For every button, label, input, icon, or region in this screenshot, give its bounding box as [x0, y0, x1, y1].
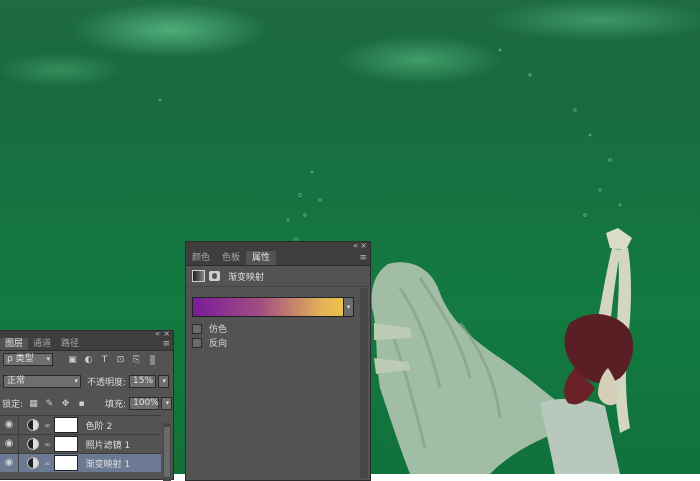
lock-transparency-icon[interactable]: ▦	[28, 399, 39, 409]
tab-swatches[interactable]: 色板	[216, 251, 246, 265]
panel-menu-icon[interactable]: ≡	[359, 253, 367, 263]
filter-type-icon[interactable]: T	[99, 355, 110, 365]
layers-panel: « × 图层 通道 路径 ≡ ρ 类型 ▾ ▣ ◐ T ⊡ ⎘ 正常 ▾ 不透明…	[0, 329, 174, 481]
visibility-eye-icon[interactable]: ◉	[0, 435, 19, 453]
reverse-label: 反向	[209, 339, 228, 349]
lock-all-icon[interactable]: ▪	[76, 399, 87, 409]
layers-panel-titlebar[interactable]: « ×	[0, 329, 173, 338]
tab-layers[interactable]: 图层	[0, 338, 29, 350]
filter-shape-icon[interactable]: ⊡	[115, 355, 126, 365]
layer-name: 渐变映射 1	[85, 459, 131, 470]
chevron-down-icon: ▾	[74, 377, 78, 385]
fill-label: 填充:	[105, 400, 127, 410]
properties-header: 渐变映射	[186, 266, 370, 287]
floating-woman-figure	[371, 228, 634, 474]
chevron-down-icon: ▾	[46, 355, 50, 363]
lock-fill-row: 锁定: ▦ ✎ ✥ ▪ 填充: 100% ▾	[0, 397, 173, 410]
properties-panel-titlebar[interactable]: « ×	[186, 241, 370, 251]
link-chain-icon[interactable]: ∞	[44, 421, 51, 430]
chevron-down-icon: ▾	[165, 399, 170, 407]
lock-position-icon[interactable]: ✥	[60, 399, 71, 409]
blend-opacity-row: 正常 ▾ 不透明度: 15% ▾	[0, 375, 173, 388]
tab-properties[interactable]: 属性	[246, 251, 277, 265]
layer-mask-thumbnail[interactable]	[53, 455, 78, 471]
chevron-down-icon: ▾	[162, 377, 167, 385]
filter-smart-object-icon[interactable]: ⎘	[131, 355, 142, 365]
fill-input[interactable]: 100%	[129, 397, 160, 410]
visibility-eye-icon[interactable]: ◉	[0, 454, 19, 472]
tab-channels[interactable]: 通道	[28, 338, 56, 350]
adjustment-layer-icon	[27, 419, 39, 431]
dither-label: 仿色	[209, 325, 228, 335]
opacity-label: 不透明度:	[87, 378, 127, 388]
lock-image-icon[interactable]: ✎	[44, 399, 55, 409]
fill-dropdown[interactable]: ▾	[161, 397, 173, 410]
layers-panel-tabs: 图层 通道 路径 ≡	[0, 338, 173, 351]
filter-adjustment-icon[interactable]: ◐	[83, 355, 94, 365]
tab-paths[interactable]: 路径	[56, 338, 84, 350]
link-chain-icon[interactable]: ∞	[44, 459, 51, 468]
dither-option[interactable]: 仿色	[192, 322, 227, 335]
adjustment-icon[interactable]	[192, 270, 205, 282]
opacity-dropdown[interactable]: ▾	[158, 375, 170, 388]
layer-row[interactable]: ◉ ∞ 色阶 2	[0, 415, 161, 434]
layers-scrollbar-thumb[interactable]	[164, 427, 170, 477]
adjustment-layer-icon	[27, 457, 39, 469]
fill-value: 100%	[133, 398, 159, 408]
reverse-checkbox[interactable]	[192, 337, 202, 348]
layer-mask-thumbnail[interactable]	[53, 417, 78, 433]
adjustment-layer-icon	[27, 438, 39, 450]
filter-pixel-icon[interactable]: ▣	[67, 355, 78, 365]
collapse-icon[interactable]: «	[155, 329, 160, 338]
gradient-dropdown-icon[interactable]: ▾	[344, 297, 354, 317]
properties-panel-tabs: 颜色 色板 属性 ≡	[186, 251, 370, 266]
layer-name: 色阶 2	[85, 421, 113, 432]
properties-panel: « × 颜色 色板 属性 ≡ 渐变映射 ▾ 仿色 反向	[185, 241, 371, 481]
gradient-picker[interactable]: ▾	[192, 297, 354, 317]
layer-filter-value: ρ 类型	[7, 354, 34, 364]
opacity-value: 15%	[133, 376, 154, 386]
gradient-preview[interactable]	[192, 297, 344, 317]
visibility-eye-icon[interactable]: ◉	[0, 416, 19, 434]
blend-mode-select[interactable]: 正常 ▾	[3, 375, 81, 388]
collapse-icon[interactable]: «	[353, 241, 358, 250]
layer-name: 照片滤镜 1	[85, 440, 131, 451]
layer-filter-row: ρ 类型 ▾ ▣ ◐ T ⊡ ⎘	[0, 353, 173, 366]
layer-filter-select[interactable]: ρ 类型 ▾	[3, 353, 53, 366]
dither-checkbox[interactable]	[192, 323, 202, 334]
layer-row[interactable]: ◉ ∞ 渐变映射 1	[0, 453, 161, 472]
blend-mode-value: 正常	[7, 376, 26, 386]
panel-menu-icon[interactable]: ≡	[162, 339, 170, 349]
lock-label: 锁定:	[2, 400, 24, 410]
mask-icon[interactable]	[209, 271, 220, 281]
close-icon[interactable]: ×	[360, 241, 367, 250]
tab-color[interactable]: 颜色	[186, 251, 216, 265]
opacity-input[interactable]: 15%	[129, 375, 157, 388]
layer-row[interactable]: ◉ ∞ 照片滤镜 1	[0, 434, 161, 453]
close-icon[interactable]: ×	[163, 329, 170, 338]
link-chain-icon[interactable]: ∞	[44, 440, 51, 449]
properties-scrollbar[interactable]	[360, 288, 368, 478]
layer-mask-thumbnail[interactable]	[53, 436, 78, 452]
reverse-option[interactable]: 反向	[192, 336, 227, 349]
adjustment-title: 渐变映射	[228, 272, 265, 283]
filter-toggle-icon[interactable]	[150, 354, 155, 365]
